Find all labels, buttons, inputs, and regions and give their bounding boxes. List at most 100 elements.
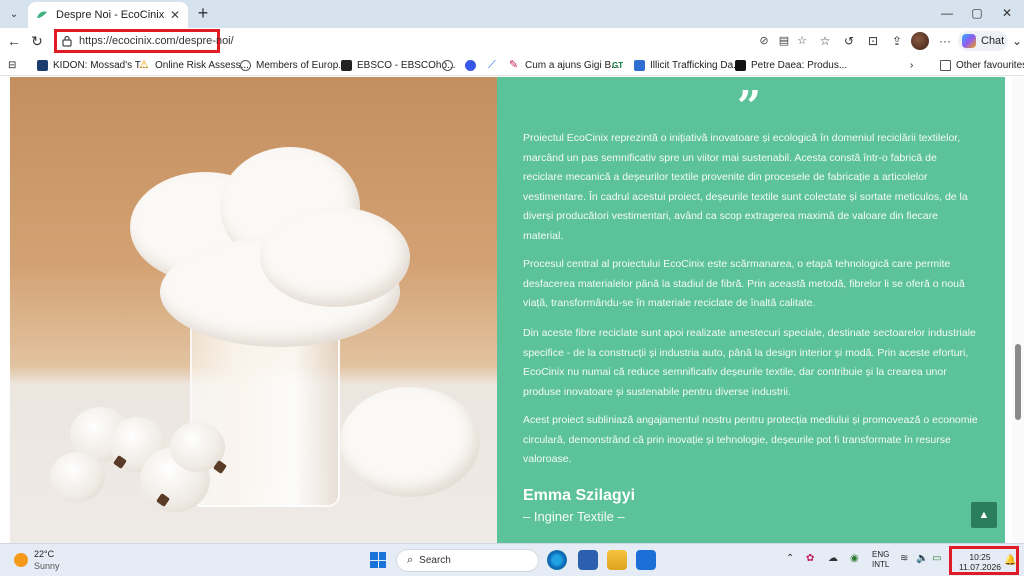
url-highlight-box[interactable]: https://ecocinix.com/despre-noi/ [54,29,234,53]
cotton-boll [50,452,105,502]
other-favourites-folder[interactable]: Other favourites [940,57,1024,73]
paragraph-1: Proiectul EcoCinix reprezintă o inițiati… [523,132,968,242]
paragraph-4: Acest proiect subliniază angajamentul no… [523,414,978,465]
reading-list-icon[interactable]: ⊟ [8,57,16,73]
paragraph-3: Din aceste fibre reciclate sunt apoi rea… [523,327,976,398]
chevron-up-icon[interactable]: ⌃ [786,553,794,564]
arrow-left-icon: ← [7,33,21,49]
taskbar-search[interactable]: ⌕ Search [396,549,539,572]
start-button[interactable] [370,552,386,568]
sun-icon[interactable] [14,553,28,567]
copilot-icon [962,34,976,48]
bookmark-item[interactable]: ⟋ [488,57,504,73]
screenshot-icon[interactable]: ⊡ [864,32,882,50]
bookmark-item[interactable]: Members of Europ... [240,57,347,73]
favorite-star-icon[interactable]: ☆ [794,33,810,49]
bookmark-item[interactable]: GT [612,57,628,73]
notification-bell-icon[interactable]: 🔔 [1004,555,1016,566]
refresh-button[interactable]: ↻ [27,31,47,51]
tracking-prevention-icon[interactable]: ⊘ [756,33,772,49]
bookmark-label: Members of Europ... [256,59,347,71]
windows-taskbar: 22°C Sunny ⌕ Search ⌃ ✿ ☁ ◉ ENG INTL ≋ 🔈… [0,543,1024,576]
doc-icon [634,59,645,71]
lock-icon[interactable] [61,35,73,47]
copilot-chat-button[interactable]: Chat [958,31,1008,51]
file-explorer-icon[interactable] [607,550,627,570]
bookmark-item[interactable]: ⚠ Online Risk Assess... [139,57,249,73]
profile-avatar[interactable] [911,32,929,50]
paragraph-2: Procesul central al proiectului EcoCinix… [523,258,965,309]
bookmark-item[interactable]: EBSCO - EBSCOho... [341,57,455,73]
cotton-fluff [260,207,410,307]
app-icon[interactable] [578,550,598,570]
back-button[interactable]: ← [4,31,24,51]
feather-icon: ⟋ [488,58,496,71]
cotton-jar-photo [10,77,497,543]
minimize-button[interactable]: — [932,3,962,23]
chevron-down-icon[interactable]: ⌄ [1008,32,1024,50]
globe-icon [442,59,453,71]
language-indicator[interactable]: ENG INTL [872,550,889,570]
address-bar[interactable]: https://ecocinix.com/despre-noi/ ⊘ ▤ ☆ [50,29,810,53]
language-code: ENG [872,550,890,559]
volume-icon[interactable]: 🔈 [916,553,928,564]
windows-logo-quad [378,560,386,568]
c-icon [735,59,746,71]
bookmark-label: Online Risk Assess... [155,59,249,71]
reading-view-icon[interactable]: ▤ [776,33,792,49]
tab-title: Despre Noi - EcoCinix [56,9,165,21]
scrollbar-thumb[interactable] [1015,344,1021,420]
url-text[interactable]: https://ecocinix.com/despre-noi/ [79,35,234,47]
cloud-icon[interactable]: ☁ [828,553,838,564]
edge-app-icon[interactable] [547,550,567,570]
refresh-icon: ↻ [31,33,43,49]
cotton-fluff [340,387,480,497]
favorites-icon[interactable]: ☆ [816,32,834,50]
weather-description[interactable]: Sunny [34,561,60,571]
bookmark-item[interactable] [465,57,481,73]
author-name: Emma Szilagyi [523,487,636,504]
chevron-down-icon: ⌄ [9,8,19,20]
bookmark-item[interactable] [442,57,458,73]
more-menu-button[interactable]: ··· [936,32,954,50]
bookmark-item[interactable]: Illicit Trafficking Da... [634,57,742,73]
back-to-top-button[interactable]: ▲ [971,502,997,528]
globe-icon [240,59,251,71]
page-scrollbar[interactable] [1012,77,1024,543]
tray-app-icon[interactable]: ✿ [806,553,814,564]
windows-logo-quad [370,560,378,568]
tab-close-icon[interactable]: ✕ [170,8,180,22]
tab-active[interactable]: Despre Noi - EcoCinix ✕ [28,2,188,28]
share-icon[interactable]: ⇪ [888,32,906,50]
bookmark-label: Cum a ajuns Gigi B... [525,59,620,71]
battery-icon[interactable]: ▭ [932,553,941,564]
bookmark-item[interactable]: Petre Daea: Produs... [735,57,847,73]
close-window-button[interactable]: ✕ [992,3,1022,23]
store-icon[interactable] [636,550,656,570]
ebsco-icon [341,59,352,71]
clock-highlight-box[interactable]: 10:25 11.07.2026 🔔 [949,546,1019,575]
security-icon[interactable]: ◉ [850,553,859,564]
quote-icon: ” [737,82,762,131]
new-tab-button[interactable]: + [193,4,213,24]
ecocinix-favicon-icon [36,9,48,21]
wifi-icon[interactable]: ≋ [900,553,908,564]
testimonial-panel: ” Proiectul EcoCinix reprezintă o iniția… [497,77,1005,543]
bookmark-label: KIDON: Mossad's T... [53,59,149,71]
search-label: Search [419,555,451,566]
bookmark-item[interactable]: ✎ Cum a ajuns Gigi B... [509,57,619,73]
maximize-button[interactable]: ▢ [962,3,992,23]
other-favourites-label: Other favourites [956,59,1024,71]
weather-temperature[interactable]: 22°C [34,549,54,559]
chevron-right-icon[interactable]: › [910,57,913,73]
bookmark-label: EBSCO - EBSCOho... [357,59,456,71]
tab-actions-menu-button[interactable]: ⌄ [4,4,24,24]
bookmark-item[interactable]: KIDON: Mossad's T... [37,57,148,73]
clock-date: 11.07.2026 [959,562,1001,572]
history-icon[interactable]: ↺ [840,32,858,50]
author-role: – Inginer Textile – [523,509,625,524]
warning-icon: ⚠ [139,58,149,71]
chat-label: Chat [981,35,1005,47]
gt-icon: GT [612,60,624,70]
navigation-bar: ← ↻ https://ecocinix.com/despre-noi/ ⊘ ▤… [0,28,1024,54]
